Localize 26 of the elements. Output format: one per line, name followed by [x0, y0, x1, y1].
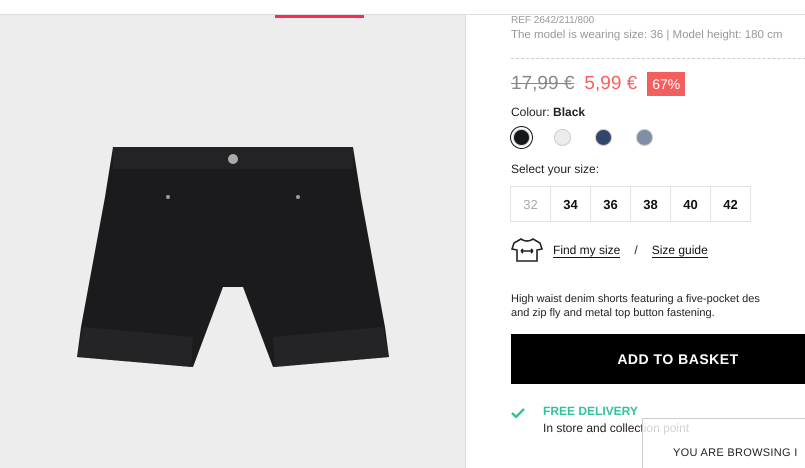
sale-price: 5,99 € — [584, 73, 638, 95]
discount-badge: 67% — [647, 72, 686, 96]
colour-swatch[interactable] — [636, 129, 653, 146]
reference-text: REF 2642/211/800 — [511, 15, 596, 27]
model-info-text: The model is wearing size: 36 | Model height: 180 cm — [511, 29, 784, 41]
colour-swatch[interactable] — [554, 129, 571, 146]
size-guide-link[interactable]: Size guide — [652, 242, 708, 258]
find-my-size-link[interactable]: Find my size — [553, 242, 620, 258]
colour-swatch[interactable] — [595, 129, 612, 146]
delivery-title: FREE DELIVERY — [543, 404, 639, 418]
popup-text: YOU ARE BROWSING I — [673, 447, 798, 459]
size-option[interactable]: 42 — [710, 186, 751, 222]
size-option[interactable]: 40 — [670, 186, 711, 222]
old-price: 17,99 € — [511, 73, 574, 95]
separator-text: / — [634, 243, 638, 257]
size-label: Select your size: — [511, 162, 600, 176]
size-option[interactable]: 34 — [550, 186, 591, 222]
colour-swatch[interactable] — [513, 129, 530, 146]
add-to-basket-button[interactable]: ADD TO BASKET — [511, 334, 805, 384]
size-option[interactable]: 38 — [630, 186, 671, 222]
size-option[interactable]: 36 — [590, 186, 631, 222]
check-icon — [511, 408, 525, 418]
colour-label: Colour: — [511, 105, 550, 119]
t-shirt-icon — [511, 237, 543, 263]
product-description: High waist denim shorts featuring a five-pocket des and zip fly and metal top button fastening. — [511, 292, 761, 320]
colour-name: Black — [553, 105, 586, 119]
